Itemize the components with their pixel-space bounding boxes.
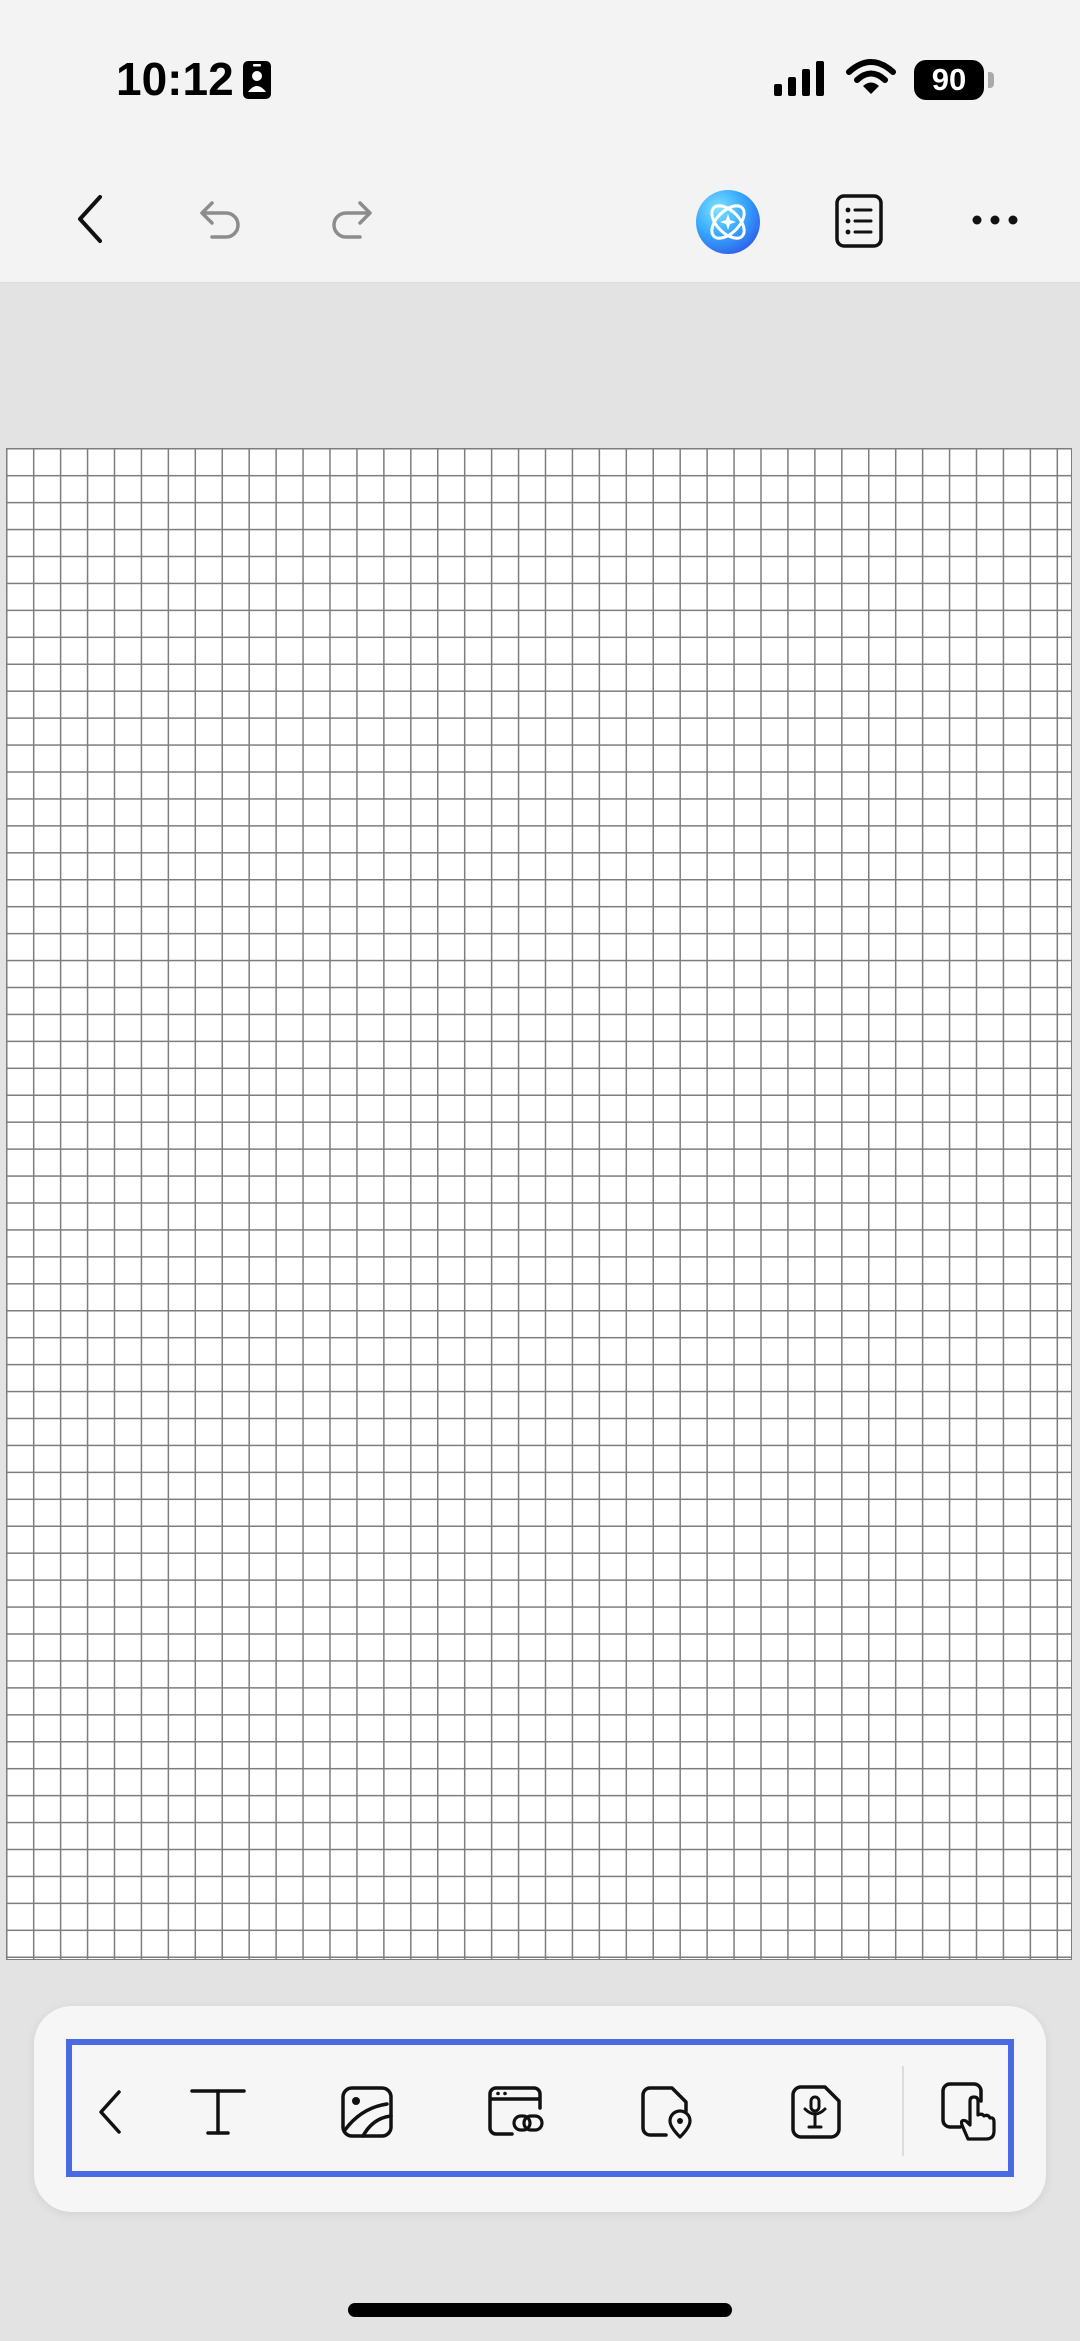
redo-icon <box>332 201 372 239</box>
status-time: 10:12 <box>116 53 234 105</box>
undo-button[interactable] <box>190 190 250 250</box>
battery-level: 90 <box>914 60 984 100</box>
status-bar: 10:12 90 <box>0 0 1080 160</box>
more-button[interactable] <box>962 190 1028 250</box>
home-indicator <box>348 2303 732 2317</box>
cellular-signal-icon <box>772 60 830 103</box>
back-button[interactable] <box>58 184 122 254</box>
selection-highlight <box>66 2039 1014 2177</box>
battery-tip <box>988 72 994 88</box>
top-toolbar <box>0 160 1080 283</box>
outline-button[interactable] <box>828 188 890 254</box>
more-icon <box>972 215 1018 225</box>
outline-list-icon <box>835 194 883 248</box>
redo-button[interactable] <box>322 190 382 250</box>
grid-canvas[interactable] <box>6 448 1072 1960</box>
ai-assistant-icon <box>696 190 760 254</box>
ai-assistant-button[interactable] <box>692 186 764 258</box>
wifi-icon <box>846 58 896 103</box>
undo-icon <box>200 201 240 239</box>
contact-card-icon <box>242 60 272 105</box>
back-chevron-icon <box>78 195 102 243</box>
